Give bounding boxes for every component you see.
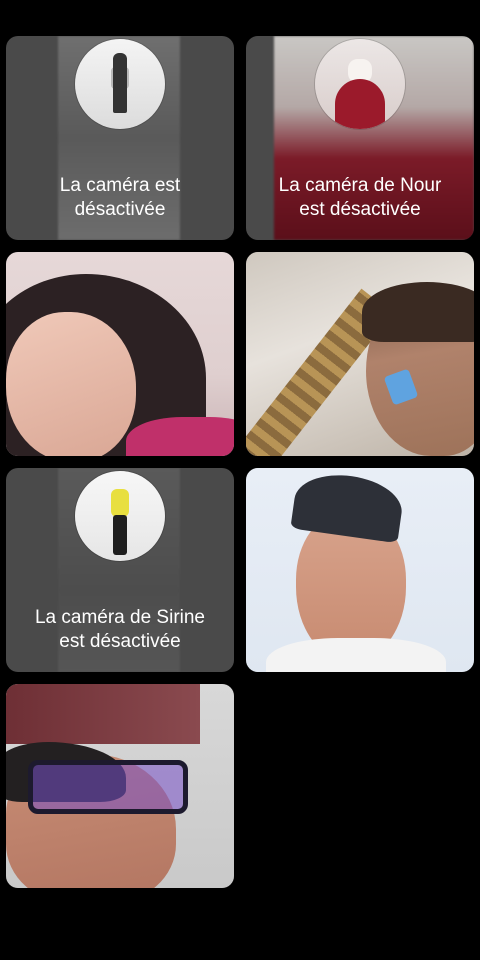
camera-off-label: La caméra de Sirine est désactivée xyxy=(6,606,234,654)
camera-off-label-line1: La caméra de Sirine xyxy=(34,607,206,628)
participant-video xyxy=(246,252,474,456)
camera-off-label-line1: La caméra est xyxy=(59,175,181,196)
participant-video-tile[interactable] xyxy=(246,252,474,456)
participant-video-tile[interactable] xyxy=(6,252,234,456)
participant-video xyxy=(246,468,474,672)
camera-off-label-line2: désactivée xyxy=(74,199,166,220)
participant-tile-camera-off[interactable]: La caméra est désactivée xyxy=(6,36,234,240)
participant-video-tile[interactable] xyxy=(246,468,474,672)
video-call-grid: La caméra est désactivée La caméra de No… xyxy=(0,0,480,960)
participant-video xyxy=(6,252,234,456)
camera-off-label: La caméra est désactivée xyxy=(6,174,234,222)
camera-off-label-line2: est désactivée xyxy=(299,199,421,220)
participant-video xyxy=(6,684,234,888)
participant-avatar xyxy=(75,39,165,129)
participant-avatar-nour xyxy=(315,39,405,129)
camera-off-label-line1: La caméra de Nour xyxy=(278,175,442,196)
participant-avatar-sirine xyxy=(75,471,165,561)
participant-tile-nour[interactable]: La caméra de Nour est désactivée xyxy=(246,36,474,240)
camera-off-label-line2: est désactivée xyxy=(59,631,181,652)
participant-tile-sirine[interactable]: La caméra de Sirine est désactivée xyxy=(6,468,234,672)
camera-off-label: La caméra de Nour est désactivée xyxy=(246,174,474,222)
participant-video-tile[interactable] xyxy=(6,684,234,888)
